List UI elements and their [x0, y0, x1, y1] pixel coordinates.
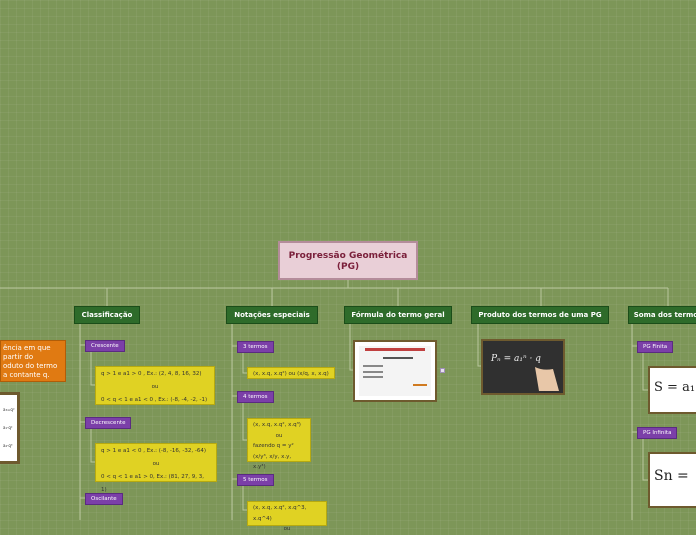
box-3-termos[interactable]: (x, x.q, x.q²) ou (x/q, x, x.q)	[247, 367, 335, 379]
text-line: q > 1 e a1 < 0 , Ex.: (-8, -16, -32, -64…	[101, 448, 206, 454]
node-3-termos[interactable]: 3 termos	[237, 341, 274, 353]
node-oscilante[interactable]: Oscilante	[85, 493, 123, 505]
root-topic[interactable]: Progressão Geométrica (PG)	[278, 241, 418, 280]
formula-glyph: a₂·q³	[3, 443, 13, 448]
node-crescente[interactable]: Crescente	[85, 340, 125, 352]
formula-title-bar	[365, 348, 425, 351]
formula-glyph	[383, 357, 413, 359]
node-5-termos[interactable]: 5 termos	[237, 474, 274, 486]
definition-image[interactable]: a₃=q² a₁·q² a₂·q³	[0, 392, 20, 464]
box-crescente[interactable]: q > 1 e a1 > 0 , Ex.: (2, 4, 8, 16, 32) …	[95, 366, 215, 405]
text-line: (x/y³, x/y, x.y, x.y³)	[253, 453, 292, 471]
node-decrescente[interactable]: Decrescente	[85, 417, 132, 429]
branch-soma[interactable]: Soma dos termos	[628, 306, 696, 324]
text-line: ou	[152, 461, 160, 467]
definition-line: ência em que	[3, 344, 51, 352]
node-4-termos[interactable]: 4 termos	[237, 391, 274, 403]
root-title: Progressão Geométrica	[288, 251, 408, 261]
formula-glyph: Sn =	[654, 468, 689, 484]
text-line: ou	[151, 384, 159, 390]
formula-image[interactable]	[353, 340, 437, 402]
box-4-termos[interactable]: (x, x.q, x.q², x.q³) ou fazendo q = y² (…	[247, 418, 311, 470]
text-line: (x, x.q, x.q², x.q^3, x.q^4)	[253, 505, 307, 522]
text-line: (x, x.q, x.q², x.q³)	[253, 422, 301, 428]
branch-formula[interactable]: Fórmula do termo geral	[344, 306, 452, 324]
chalkboard-formula: Pₙ = a₁ⁿ · q	[483, 341, 563, 393]
soma-finita-image[interactable]: S = a₁	[648, 366, 696, 414]
box-5-termos[interactable]: (x, x.q, x.q², x.q^3, x.q^4) ou	[247, 501, 327, 532]
node-pg-infinita[interactable]: PG Infinita	[637, 427, 678, 439]
produto-image[interactable]: Pₙ = a₁ⁿ · q	[481, 339, 565, 395]
formula-glyph	[363, 371, 383, 373]
definition-line: a contante q.	[3, 371, 50, 379]
formula-glyph	[363, 376, 383, 378]
text-line: ou	[283, 526, 291, 532]
definition-note[interactable]: ência em que partir do oduto do termo a …	[0, 340, 66, 382]
formula-glyph: a₃=q²	[3, 407, 15, 412]
root-subtitle: (PG)	[336, 262, 360, 272]
branch-notacoes[interactable]: Notações especiais	[226, 306, 318, 324]
formula-glyph: S = a₁	[654, 380, 696, 395]
node-pg-finita[interactable]: PG Finita	[637, 341, 674, 353]
note-icon[interactable]	[440, 368, 445, 373]
formula-glyph	[363, 365, 383, 367]
text-line: q > 1 e a1 > 0 , Ex.: (2, 4, 8, 16, 32)	[101, 371, 202, 377]
definition-line: partir do	[3, 353, 34, 361]
branch-produto[interactable]: Produto dos termos de uma PG	[471, 306, 609, 324]
formula-glyph: a₁·q²	[3, 425, 13, 430]
branch-classificacao[interactable]: Classificação	[74, 306, 140, 324]
soma-infinita-image[interactable]: Sn =	[648, 452, 696, 508]
text-line: ou	[275, 432, 283, 439]
text-line: 0 < q < 1 e a1 < 0 , Ex.: (-8, -4, -2, -…	[101, 397, 208, 403]
definition-line: oduto do termo	[3, 362, 58, 370]
formula-logo	[413, 384, 427, 386]
box-decrescente[interactable]: q > 1 e a1 < 0 , Ex.: (-8, -16, -32, -64…	[95, 443, 217, 493]
text-line: fazendo q = y²	[253, 443, 294, 449]
formula-glyph: Pₙ = a₁ⁿ · q	[490, 354, 541, 364]
